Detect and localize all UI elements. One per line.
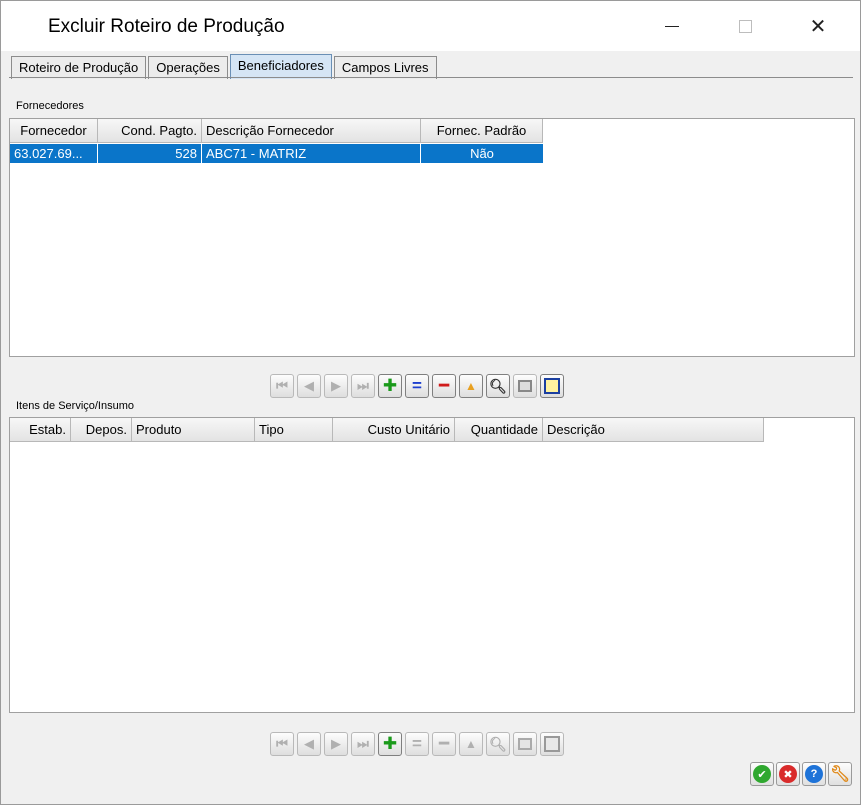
first-icon: ⏮: [276, 378, 288, 393]
sort-icon: ▲: [465, 737, 477, 751]
col-estab[interactable]: Estab.: [10, 418, 71, 442]
edit-record-button[interactable]: =: [405, 374, 429, 398]
cancel-button[interactable]: ✖: [776, 762, 800, 786]
next-record-button[interactable]: ▶: [324, 374, 348, 398]
next-record-button[interactable]: ▶: [324, 732, 348, 756]
itens-header: Estab. Depos. Produto Tipo Custo Unitári…: [10, 418, 764, 442]
next-icon: ▶: [331, 736, 341, 751]
window-title: Excluir Roteiro de Produção: [48, 16, 285, 37]
close-button[interactable]: ✕: [795, 9, 841, 43]
fornecedores-header: Fornecedor Cond. Pagto. Descrição Fornec…: [10, 119, 543, 143]
minimize-icon: [665, 25, 679, 27]
prev-record-button[interactable]: ◀: [297, 374, 321, 398]
itens-navigator: ⏮ ◀ ▶ ⏭ ✚ = ━ ▲ 🔍︎: [270, 732, 564, 756]
col-produto[interactable]: Produto: [132, 418, 255, 442]
table-row[interactable]: 63.027.69... 528 ABC71 - MATRIZ Não: [10, 144, 543, 163]
cell-cond-pagto: 528: [98, 144, 202, 163]
help-button[interactable]: ?: [802, 762, 826, 786]
settings-button[interactable]: 🔧︎: [828, 762, 852, 786]
grid-icon: [518, 380, 532, 392]
next-icon: ▶: [331, 378, 341, 393]
col-quantidade[interactable]: Quantidade: [455, 418, 543, 442]
export-icon: [544, 736, 560, 752]
tab-operacoes[interactable]: Operações: [148, 56, 228, 79]
tab-roteiro[interactable]: Roteiro de Produção: [11, 56, 147, 79]
delete-icon: ━: [438, 734, 450, 753]
delete-icon: ━: [438, 376, 450, 395]
col-fornecedor[interactable]: Fornecedor: [10, 119, 98, 143]
help-icon: ?: [805, 765, 823, 783]
first-record-button[interactable]: ⏮: [270, 374, 294, 398]
edit-icon: =: [412, 376, 422, 395]
edit-record-button[interactable]: =: [405, 732, 429, 756]
search-icon: 🔍︎: [489, 377, 507, 394]
title-bar: Excluir Roteiro de Produção ✕: [1, 1, 860, 51]
search-icon: 🔍︎: [489, 735, 507, 752]
last-icon: ⏭: [357, 378, 369, 393]
export-button[interactable]: [540, 374, 564, 398]
close-icon: ✕: [809, 15, 827, 38]
prev-icon: ◀: [304, 736, 314, 751]
first-record-button[interactable]: ⏮: [270, 732, 294, 756]
fornecedores-grid[interactable]: Fornecedor Cond. Pagto. Descrição Fornec…: [9, 118, 855, 357]
tab-divider: [9, 77, 853, 78]
last-icon: ⏭: [357, 736, 369, 751]
cell-fornecedor: 63.027.69...: [10, 144, 98, 163]
col-depos[interactable]: Depos.: [71, 418, 132, 442]
add-icon: ✚: [382, 734, 398, 753]
confirm-button[interactable]: ✔: [750, 762, 774, 786]
last-record-button[interactable]: ⏭: [351, 374, 375, 398]
dialog-window: Excluir Roteiro de Produção ✕ Roteiro de…: [0, 0, 861, 805]
maximize-button[interactable]: [722, 9, 768, 43]
sort-button[interactable]: ▲: [459, 374, 483, 398]
grid-icon: [518, 738, 532, 750]
grid-button[interactable]: [513, 374, 537, 398]
last-record-button[interactable]: ⏭: [351, 732, 375, 756]
fornecedores-label: Fornecedores: [16, 100, 84, 112]
delete-record-button[interactable]: ━: [432, 374, 456, 398]
cancel-icon: ✖: [779, 765, 797, 783]
itens-label: Itens de Serviço/Insumo: [16, 400, 135, 412]
prev-record-button[interactable]: ◀: [297, 732, 321, 756]
export-icon: [544, 378, 560, 394]
col-descricao[interactable]: Descrição: [543, 418, 764, 442]
add-icon: ✚: [382, 376, 398, 395]
edit-icon: =: [412, 734, 422, 753]
tab-beneficiadores[interactable]: Beneficiadores: [229, 54, 332, 79]
add-record-button[interactable]: ✚: [378, 374, 402, 398]
tab-bar: Roteiro de Produção Operações Beneficiad…: [11, 54, 439, 79]
minimize-button[interactable]: [649, 9, 695, 43]
grid-button[interactable]: [513, 732, 537, 756]
export-button[interactable]: [540, 732, 564, 756]
search-button[interactable]: 🔍︎: [486, 732, 510, 756]
confirm-icon: ✔: [753, 765, 771, 783]
prev-icon: ◀: [304, 378, 314, 393]
col-fornec-padrao[interactable]: Fornec. Padrão: [421, 119, 543, 143]
tab-campos-livres[interactable]: Campos Livres: [333, 56, 437, 79]
delete-record-button[interactable]: ━: [432, 732, 456, 756]
col-descricao-fornecedor[interactable]: Descrição Fornecedor: [202, 119, 421, 143]
first-icon: ⏮: [276, 736, 288, 751]
col-cond-pagto[interactable]: Cond. Pagto.: [98, 119, 202, 143]
search-button[interactable]: 🔍︎: [486, 374, 510, 398]
cell-fornec-padrao: Não: [470, 146, 494, 161]
add-record-button[interactable]: ✚: [378, 732, 402, 756]
sort-button[interactable]: ▲: [459, 732, 483, 756]
settings-icon: 🔧︎: [829, 766, 851, 783]
fornecedores-navigator: ⏮ ◀ ▶ ⏭ ✚ = ━ ▲ 🔍︎: [270, 374, 564, 398]
col-custo-unitario[interactable]: Custo Unitário: [333, 418, 455, 442]
maximize-icon: [738, 19, 752, 33]
col-tipo[interactable]: Tipo: [255, 418, 333, 442]
dialog-actions: ✔ ✖ ? 🔧︎: [750, 762, 852, 786]
sort-icon: ▲: [465, 379, 477, 393]
itens-grid[interactable]: Estab. Depos. Produto Tipo Custo Unitári…: [9, 417, 855, 713]
cell-descricao: ABC71 - MATRIZ: [202, 144, 421, 163]
